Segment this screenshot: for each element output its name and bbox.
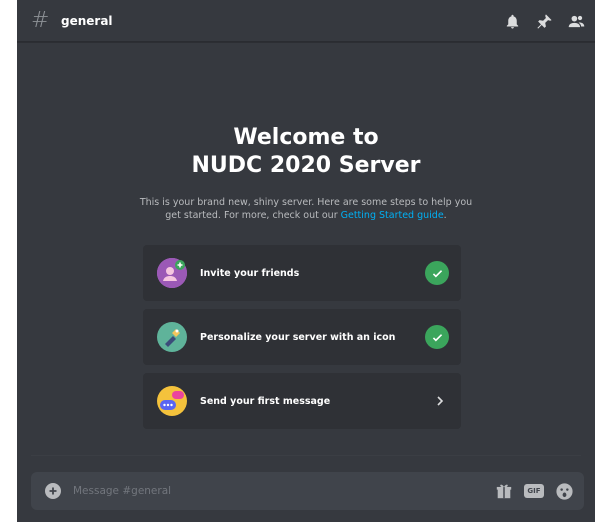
- header-toolbar: [503, 12, 585, 30]
- gift-icon[interactable]: [494, 481, 514, 501]
- channel-header: # general: [17, 0, 595, 42]
- step-send-first-message[interactable]: Send your first message: [143, 373, 461, 429]
- step-label: Invite your friends: [200, 267, 300, 279]
- step-label: Personalize your server with an icon: [200, 331, 396, 343]
- getting-started-link[interactable]: Getting Started guide: [341, 210, 444, 221]
- chevron-right-icon: [433, 393, 447, 407]
- message-icon: [157, 386, 187, 416]
- bell-icon[interactable]: [503, 12, 521, 30]
- members-icon[interactable]: [567, 12, 585, 30]
- gif-label: GIF: [524, 484, 544, 498]
- personalize-icon: [157, 322, 187, 352]
- step-label: Send your first message: [200, 395, 331, 407]
- invite-friends-icon: [157, 258, 187, 288]
- checkmark-icon: [425, 261, 449, 285]
- welcome-title-line1: Welcome to: [233, 125, 379, 150]
- step-personalize-server[interactable]: Personalize your server with an icon: [143, 309, 461, 365]
- onboarding-steps: Invite your friends Personalize your ser…: [143, 245, 461, 437]
- composer-toolbar: GIF: [494, 481, 574, 501]
- channel-name: general: [61, 13, 113, 28]
- pin-icon[interactable]: [535, 12, 553, 30]
- message-composer: GIF: [31, 472, 584, 510]
- welcome-title-line2: NUDC 2020 Server: [191, 153, 421, 178]
- welcome-subtitle: This is your brand new, shiny server. He…: [136, 196, 476, 222]
- message-input[interactable]: [73, 481, 453, 501]
- divider: [31, 455, 581, 456]
- checkmark-icon: [425, 325, 449, 349]
- discord-channel-view: # general Welcome to NUDC 2020 Server Th…: [17, 0, 595, 522]
- hashtag-icon: #: [31, 7, 50, 33]
- welcome-title: Welcome to NUDC 2020 Server: [17, 124, 595, 180]
- emoji-icon[interactable]: [554, 481, 574, 501]
- gif-icon[interactable]: GIF: [524, 481, 544, 501]
- welcome-subtitle-end: .: [443, 210, 447, 221]
- step-invite-friends[interactable]: Invite your friends: [143, 245, 461, 301]
- welcome-section: Welcome to NUDC 2020 Server This is your…: [17, 124, 595, 222]
- add-attachment-icon[interactable]: [45, 483, 61, 499]
